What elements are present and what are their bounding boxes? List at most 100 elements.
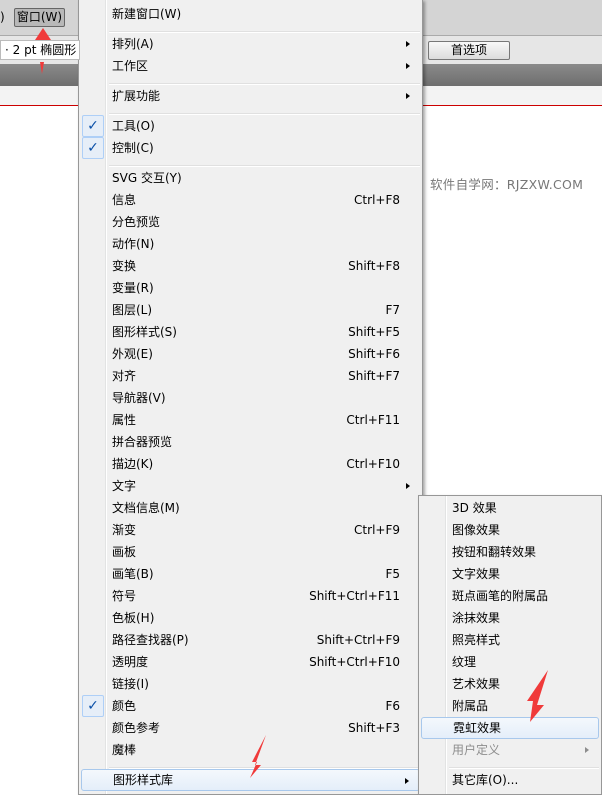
menu-item[interactable]: ✓ 工具(O): [81, 115, 420, 137]
submenu-arrow-icon: [406, 63, 410, 69]
window-menu-button[interactable]: 窗口(W): [14, 8, 65, 27]
menu-item[interactable]: 变量(R): [81, 277, 420, 299]
menu-item[interactable]: 涂抹效果: [421, 607, 599, 629]
menu-item-label: 变换: [112, 259, 137, 273]
menu-item[interactable]: 外观(E) Shift+F6: [81, 343, 420, 365]
menu-item-shortcut: Shift+F3: [348, 721, 400, 735]
menu-item-label: 图形样式库: [113, 773, 174, 787]
menu-item-label: 按钮和翻转效果: [452, 545, 537, 559]
menu-item-label: 外观(E): [112, 347, 153, 361]
menu-item-label: 控制(C): [112, 141, 154, 155]
menu-item-label: 艺术效果: [452, 677, 501, 691]
menu-item[interactable]: ✓ 颜色 F6: [81, 695, 420, 717]
menu-item[interactable]: 透明度 Shift+Ctrl+F10: [81, 651, 420, 673]
menu-item-label: 图形样式(S): [112, 325, 177, 339]
preferences-button[interactable]: 首选项: [428, 41, 510, 60]
menu-item[interactable]: 图像效果: [421, 519, 599, 541]
menu-item[interactable]: 描边(K) Ctrl+F10: [81, 453, 420, 475]
menu-item-label: 工作区: [112, 59, 149, 73]
submenu-arrow-icon: [585, 747, 589, 753]
menu-item[interactable]: 照亮样式: [421, 629, 599, 651]
menu-item[interactable]: 按钮和翻转效果: [421, 541, 599, 563]
menu-item-label: 附属品: [452, 699, 489, 713]
menu-item-label: 扩展功能: [112, 89, 161, 103]
menu-item-shortcut: Ctrl+F10: [346, 457, 400, 471]
menu-item[interactable]: 链接(I): [81, 673, 420, 695]
menu-item-label: 描边(K): [112, 457, 154, 471]
menu-item[interactable]: 图形样式(S) Shift+F5: [81, 321, 420, 343]
menu-item[interactable]: 工作区: [81, 55, 420, 77]
menu-item[interactable]: 魔棒: [81, 739, 420, 761]
menu-item-label: 3D 效果: [452, 501, 497, 515]
menu-item-label: 斑点画笔的附属品: [452, 589, 549, 603]
menu-item[interactable]: 图层(L) F7: [81, 299, 420, 321]
menu-item-label: 导航器(V): [112, 391, 166, 405]
checkmark-icon: ✓: [82, 695, 104, 717]
submenu-arrow-icon: [406, 41, 410, 47]
menu-item-shortcut: F6: [385, 699, 400, 713]
menu-item-label: 纹理: [452, 655, 477, 669]
menu-item[interactable]: 渐变 Ctrl+F9: [81, 519, 420, 541]
menu-item[interactable]: ✓ 控制(C): [81, 137, 420, 159]
menu-item[interactable]: 图形样式库: [81, 769, 420, 791]
menu-item-label: 信息: [112, 193, 137, 207]
menu-item[interactable]: 分色预览: [81, 211, 420, 233]
menu-item[interactable]: 颜色参考 Shift+F3: [81, 717, 420, 739]
menu-item[interactable]: 对齐 Shift+F7: [81, 365, 420, 387]
menu-item[interactable]: 符号 Shift+Ctrl+F11: [81, 585, 420, 607]
menu-item-label: 链接(I): [112, 677, 149, 691]
menu-item-label: SVG 交互(Y): [112, 171, 182, 185]
menu-item-label: 分色预览: [112, 215, 161, 229]
menu-item-shortcut: F5: [385, 567, 400, 581]
menu-item[interactable]: 艺术效果: [421, 673, 599, 695]
stroke-field[interactable]: · 2 pt 椭圆形: [0, 40, 81, 60]
menu-item-label: 渐变: [112, 523, 137, 537]
menu-item[interactable]: 霓虹效果: [421, 717, 599, 739]
menu-item[interactable]: 属性 Ctrl+F11: [81, 409, 420, 431]
menu-item[interactable]: 新建窗口(W): [81, 3, 420, 25]
menu-item-label: 画笔(B): [112, 567, 154, 581]
menu-item[interactable]: 色板(H): [81, 607, 420, 629]
menu-item[interactable]: 排列(A): [81, 33, 420, 55]
menu-item-label: 图像效果: [452, 523, 501, 537]
menu-item-label: 对齐: [112, 369, 137, 383]
menu-item[interactable]: 斑点画笔的附属品: [421, 585, 599, 607]
menu-item-shortcut: Ctrl+F8: [354, 193, 400, 207]
menu-item-shortcut: F7: [385, 303, 400, 317]
menu-item[interactable]: 附属品: [421, 695, 599, 717]
menu-item[interactable]: 扩展功能: [81, 85, 420, 107]
menu-item-label: 魔棒: [112, 743, 137, 757]
menu-item[interactable]: 变换 Shift+F8: [81, 255, 420, 277]
menu-item[interactable]: 拼合器预览: [81, 431, 420, 453]
menu-item[interactable]: 纹理: [421, 651, 599, 673]
menu-item[interactable]: 文字: [81, 475, 420, 497]
menu-item[interactable]: 文字效果: [421, 563, 599, 585]
watermark: 软件自学网：RJZXW.COM: [430, 177, 584, 192]
menu-item-label: 属性: [112, 413, 137, 427]
menu-item-label: 拼合器预览: [112, 435, 173, 449]
menu-item[interactable]: 信息 Ctrl+F8: [81, 189, 420, 211]
menu-item-shortcut: Ctrl+F9: [354, 523, 400, 537]
menu-item[interactable]: 其它库(O)...: [421, 769, 599, 791]
menu-item[interactable]: 画板: [81, 541, 420, 563]
menu-item-label: 画板: [112, 545, 137, 559]
menu-item[interactable]: 导航器(V): [81, 387, 420, 409]
menu-item-label: 变量(R): [112, 281, 154, 295]
menu-item[interactable]: SVG 交互(Y): [81, 167, 420, 189]
menu-item-label: 工具(O): [112, 119, 155, 133]
menu-item-label: 其它库(O)...: [452, 773, 519, 787]
menu-item-label: 路径查找器(P): [112, 633, 189, 647]
menu-item-shortcut: Shift+F6: [348, 347, 400, 361]
menu-item-shortcut: Shift+Ctrl+F9: [316, 633, 400, 647]
menu-item[interactable]: 动作(N): [81, 233, 420, 255]
menu-item[interactable]: 画笔(B) F5: [81, 563, 420, 585]
menu-item[interactable]: 文档信息(M): [81, 497, 420, 519]
menu-item[interactable]: 3D 效果: [421, 497, 599, 519]
menu-item-label: 排列(A): [112, 37, 154, 51]
menu-item-label: 新建窗口(W): [112, 7, 182, 21]
menu-item-shortcut: Ctrl+F11: [346, 413, 400, 427]
menu-item-label: 符号: [112, 589, 137, 603]
menu-item[interactable]: 路径查找器(P) Shift+Ctrl+F9: [81, 629, 420, 651]
menu-item-label: 文档信息(M): [112, 501, 180, 515]
menu-item-label: 涂抹效果: [452, 611, 501, 625]
